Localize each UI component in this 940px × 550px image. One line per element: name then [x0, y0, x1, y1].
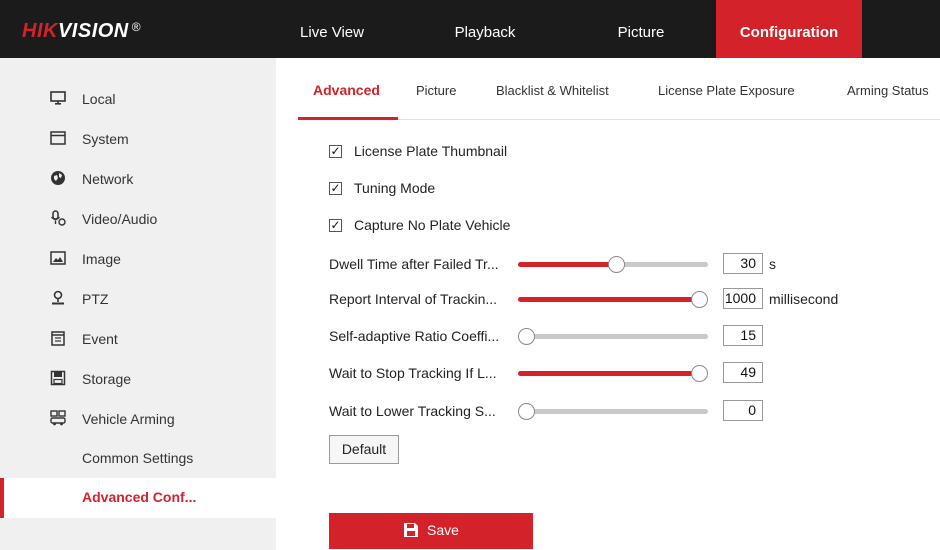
sidebar-item-label: Image — [82, 251, 121, 267]
slider-track[interactable] — [518, 328, 708, 345]
ptz-icon — [52, 290, 64, 305]
storage-icon — [50, 370, 66, 386]
slider-label: Report Interval of Trackin... — [329, 291, 498, 307]
slider-handle[interactable] — [518, 403, 535, 420]
slider-value-input[interactable]: 1000 — [723, 288, 763, 309]
save-label: Save — [427, 522, 459, 538]
sidebar-item-label: Video/Audio — [82, 211, 158, 227]
slider-handle[interactable] — [691, 365, 708, 382]
slider-track[interactable] — [518, 403, 708, 420]
slider-track[interactable] — [518, 291, 708, 308]
sidebar-item-network[interactable]: Network — [0, 160, 276, 200]
save-icon — [404, 523, 419, 537]
sidebar-subitem-label: Advanced Conf... — [82, 489, 197, 505]
top-bar: HIKVISION ® Live View Playback Picture Co… — [0, 0, 940, 58]
wait-to-lower-tracking-row: Wait to Lower Tracking S... 0 — [329, 400, 929, 424]
sidebar-item-vehicle-arming[interactable]: Vehicle Arming — [0, 400, 276, 440]
sidebar-item-video-audio[interactable]: Video/Audio — [0, 200, 276, 240]
nav-picture[interactable]: Picture — [596, 0, 686, 58]
active-tab-indicator — [298, 117, 398, 120]
license-plate-thumbnail-checkbox[interactable]: ✓ — [329, 145, 342, 158]
slider-label: Dwell Time after Failed Tr... — [329, 256, 499, 272]
vehicle-arming-icon — [50, 410, 66, 426]
tab-arming-status[interactable]: Arming Status — [847, 83, 929, 121]
slider-fill — [518, 262, 617, 267]
monitor-icon — [50, 91, 66, 105]
slider-fill — [518, 297, 700, 302]
slider-value-input[interactable]: 30 — [723, 253, 763, 274]
sidebar-item-system[interactable]: System — [0, 120, 276, 160]
self-adaptive-ratio-row: Self-adaptive Ratio Coeffi... 15 — [329, 325, 929, 349]
wait-to-stop-tracking-row: Wait to Stop Tracking If L... 49 — [329, 362, 929, 386]
sidebar-subitem-label: Common Settings — [82, 450, 194, 466]
sidebar-item-label: Network — [82, 171, 134, 187]
slider-track[interactable] — [518, 256, 708, 273]
capture-no-plate-vehicle-checkbox[interactable]: ✓ — [329, 219, 342, 232]
slider-label: Wait to Stop Tracking If L... — [329, 365, 497, 381]
slider-fill — [518, 371, 700, 376]
slider-value-input[interactable]: 15 — [723, 325, 763, 346]
sidebar-item-label: System — [82, 131, 129, 147]
nav-playback[interactable]: Playback — [440, 0, 530, 58]
slider-handle[interactable] — [691, 291, 708, 308]
report-interval-row: Report Interval of Trackin... 1000 milli… — [329, 288, 929, 312]
checkbox-label: License Plate Thumbnail — [354, 143, 508, 159]
calendar-icon — [51, 331, 65, 346]
sidebar-item-ptz[interactable]: PTZ — [0, 280, 276, 320]
slider-track[interactable] — [518, 365, 708, 382]
hikvision-logo: HIKVISION ® — [22, 20, 142, 42]
sidebar-item-event[interactable]: Event — [0, 320, 276, 360]
image-icon — [50, 251, 66, 265]
save-button[interactable]: Save — [329, 513, 533, 549]
slider-unit: millisecond — [769, 291, 839, 307]
sidebar-item-label: Storage — [82, 371, 132, 387]
default-button[interactable]: Default — [329, 435, 399, 464]
slider-handle[interactable] — [518, 328, 535, 345]
sidebar-item-label: Local — [82, 91, 116, 107]
sidebar-item-local[interactable]: Local — [0, 80, 276, 120]
globe-icon — [51, 171, 65, 185]
sidebar-item-storage[interactable]: Storage — [0, 360, 276, 400]
slider-value-input[interactable]: 0 — [723, 400, 763, 421]
slider-unit: s — [769, 256, 776, 272]
slider-label: Wait to Lower Tracking S... — [329, 403, 496, 419]
sidebar-item-image[interactable]: Image — [0, 240, 276, 280]
checkbox-label: Capture No Plate Vehicle — [354, 217, 511, 233]
sidebar-subitem-advanced-configuration[interactable]: Advanced Conf... — [0, 478, 276, 518]
slider-label: Self-adaptive Ratio Coeffi... — [329, 328, 500, 344]
microphone-icon — [50, 210, 66, 226]
nav-live-view[interactable]: Live View — [288, 0, 376, 58]
tab-license-plate-exposure[interactable]: License Plate Exposure — [658, 83, 795, 121]
sidebar-item-label: Event — [82, 331, 118, 347]
sidebar-item-label: PTZ — [82, 291, 109, 307]
sidebar-subitem-common-settings[interactable]: Common Settings — [0, 439, 276, 479]
tab-blacklist-whitelist[interactable]: Blacklist & Whitelist — [496, 83, 609, 121]
tab-advanced[interactable]: Advanced — [313, 82, 380, 120]
tab-picture[interactable]: Picture — [416, 83, 456, 121]
checkbox-label: Tuning Mode — [354, 180, 436, 196]
tuning-mode-checkbox[interactable]: ✓ — [329, 182, 342, 195]
window-icon — [50, 131, 66, 145]
slider-value-input[interactable]: 49 — [723, 362, 763, 383]
nav-configuration[interactable]: Configuration — [716, 0, 862, 58]
sidebar-item-label: Vehicle Arming — [82, 411, 175, 427]
slider-handle[interactable] — [607, 256, 625, 273]
dwell-time-row: Dwell Time after Failed Tr... 30 s — [329, 253, 929, 277]
